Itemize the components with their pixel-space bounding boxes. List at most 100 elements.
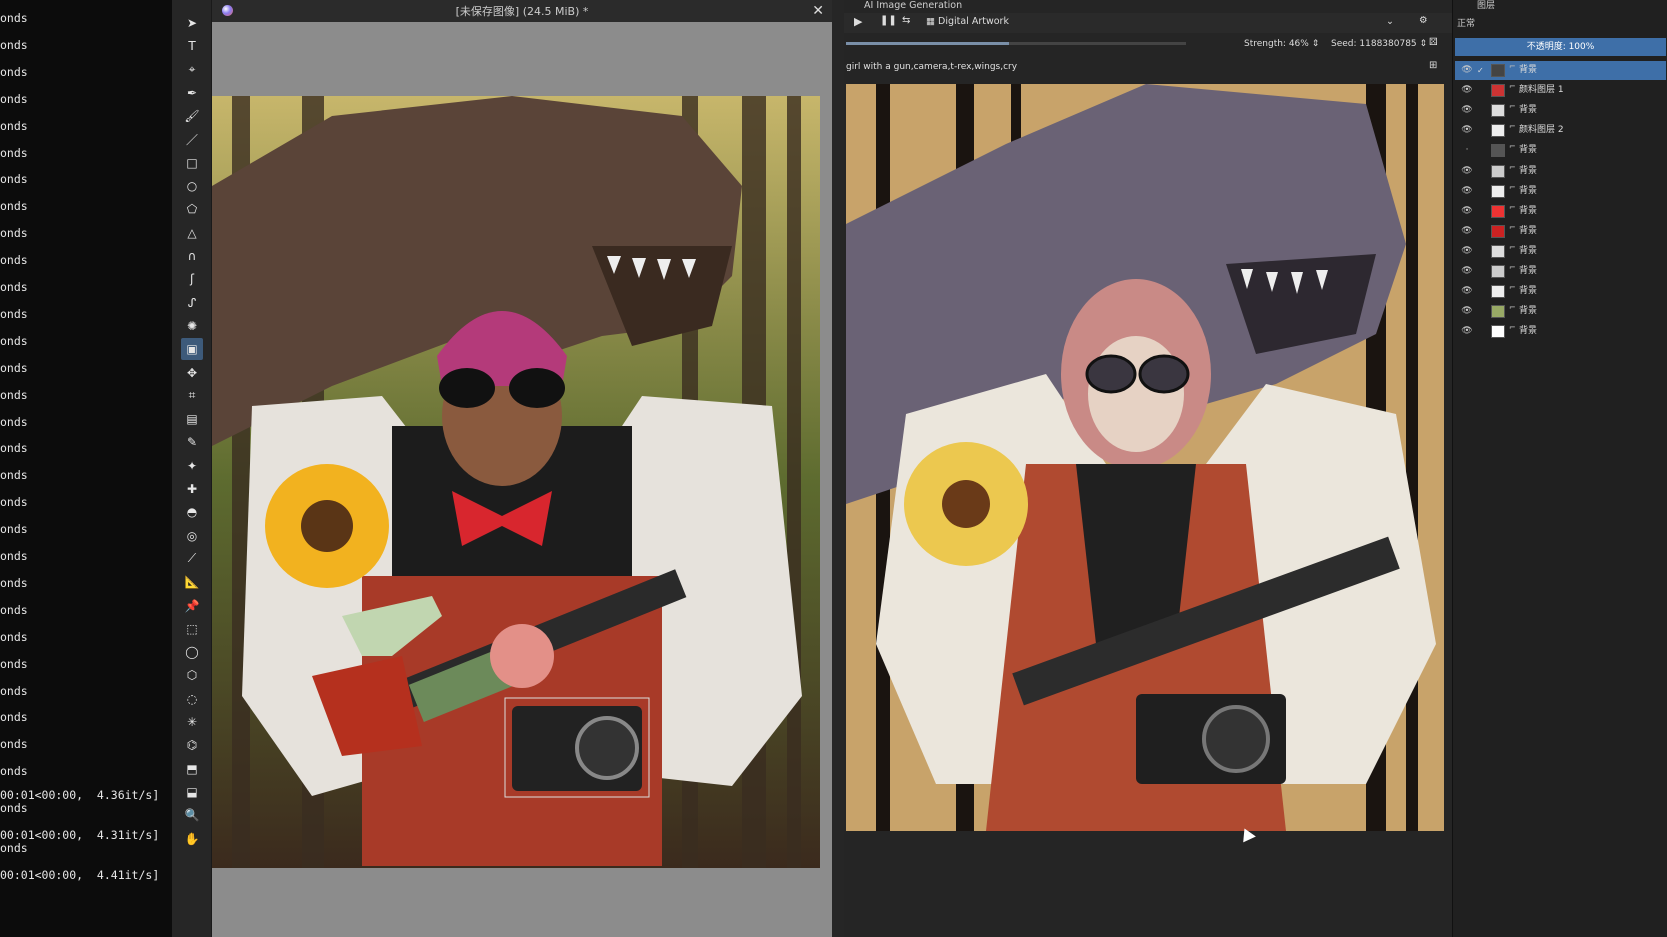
- colorize-mask-tool-icon[interactable]: ✦: [181, 455, 203, 477]
- inherit-alpha-icon[interactable]: ⌐: [1509, 117, 1516, 136]
- seed-randomize-icon[interactable]: ⚄: [1429, 37, 1438, 48]
- layer-row[interactable]: 👁 ⌐ 背景: [1455, 182, 1666, 201]
- zoom-tool-icon[interactable]: 🔍: [181, 804, 203, 826]
- bezier-selection-tool-icon[interactable]: ⬒: [181, 758, 203, 780]
- calligraphy-tool-icon[interactable]: ✒: [181, 82, 203, 104]
- polygonal-selection-tool-icon[interactable]: ⬡: [181, 664, 203, 686]
- rectangular-selection-tool-icon[interactable]: ⬚: [181, 618, 203, 640]
- gradient-tool-icon[interactable]: ▤: [181, 408, 203, 430]
- layer-row[interactable]: 👁 ⌐ 颜料图层 1: [1455, 81, 1666, 100]
- layer-row[interactable]: 👁 ✓ ⌐ 背景: [1455, 61, 1666, 80]
- visibility-eye-icon[interactable]: 👁: [1461, 322, 1473, 341]
- pause-icon[interactable]: ❚❚: [880, 15, 897, 26]
- visibility-eye-icon[interactable]: 👁: [1461, 202, 1473, 221]
- transform-tool-icon[interactable]: ▣: [181, 338, 203, 361]
- magnetic-selection-tool-icon[interactable]: ⬓: [181, 781, 203, 803]
- layer-row[interactable]: 👁 ⌐ 背景: [1455, 322, 1666, 341]
- visibility-eye-icon[interactable]: 👁: [1461, 302, 1473, 321]
- style-select[interactable]: ▦ Digital Artwork: [926, 16, 1009, 27]
- color-sampler-tool-icon[interactable]: ✎: [181, 431, 203, 453]
- visibility-eye-icon[interactable]: 👁: [1461, 182, 1473, 201]
- multibrush-tool-icon[interactable]: ✺: [181, 315, 203, 337]
- generate-icon[interactable]: ▶: [854, 15, 862, 28]
- crop-tool-icon[interactable]: ⌗: [181, 385, 203, 407]
- layer-thumbnail: [1491, 265, 1505, 278]
- select-shapes-tool-icon[interactable]: ➤: [181, 12, 203, 34]
- layer-row[interactable]: 👁 ⌐ 颜料图层 2: [1455, 121, 1666, 140]
- enclose-fill-tool-icon[interactable]: ◎: [181, 525, 203, 547]
- canvas-artwork[interactable]: [212, 96, 820, 868]
- seed-stepper-icon[interactable]: ⇕: [1420, 39, 1428, 49]
- fill-tool-icon[interactable]: ◓: [181, 501, 203, 523]
- layer-row[interactable]: 👁 ⌐ 背景: [1455, 262, 1666, 281]
- inherit-alpha-icon[interactable]: ⌐: [1509, 178, 1516, 197]
- rectangle-tool-icon[interactable]: □: [181, 152, 203, 174]
- bezier-curve-tool-glyph: ∩: [187, 249, 197, 263]
- inherit-alpha-icon[interactable]: ⌐: [1509, 278, 1516, 297]
- inherit-alpha-icon[interactable]: ⌐: [1509, 57, 1516, 76]
- dynamic-brush-tool-icon[interactable]: ᔑ: [181, 292, 203, 314]
- close-canvas-button[interactable]: ✕: [812, 3, 824, 19]
- elliptical-selection-tool-icon[interactable]: ◯: [181, 641, 203, 663]
- layer-row[interactable]: 👁 ⌐ 背景: [1455, 302, 1666, 321]
- colorize-mask-tool-glyph: ✦: [186, 458, 198, 473]
- inherit-alpha-icon[interactable]: ⌐: [1509, 298, 1516, 317]
- contiguous-selection-tool-icon[interactable]: ✳: [181, 711, 203, 733]
- visibility-eye-icon[interactable]: ·: [1461, 141, 1473, 160]
- smart-patch-tool-icon[interactable]: ✚: [181, 478, 203, 500]
- prompt-options-icon[interactable]: ⊞: [1429, 60, 1437, 71]
- inherit-alpha-icon[interactable]: ⌐: [1509, 77, 1516, 96]
- strength-spinbox[interactable]: Strength: 46% ⇕: [1244, 36, 1319, 52]
- visibility-eye-icon[interactable]: 👁: [1461, 162, 1473, 181]
- polyline-tool-icon[interactable]: △: [181, 222, 203, 244]
- inherit-alpha-icon[interactable]: ⌐: [1509, 238, 1516, 257]
- inherit-alpha-icon[interactable]: ⌐: [1509, 318, 1516, 337]
- freehand-path-tool-icon[interactable]: ʃ: [181, 268, 203, 290]
- layer-row[interactable]: 👁 ⌐ 背景: [1455, 101, 1666, 120]
- visibility-eye-icon[interactable]: 👁: [1461, 222, 1473, 241]
- layer-row[interactable]: 👁 ⌐ 背景: [1455, 202, 1666, 221]
- settings-gear-icon[interactable]: ⚙: [1419, 15, 1428, 26]
- measure-tool-icon[interactable]: 📐: [181, 571, 203, 593]
- opacity-slider[interactable]: 不透明度: 100%: [1455, 38, 1666, 56]
- layer-row[interactable]: 👁 ⌐ 背景: [1455, 242, 1666, 261]
- layer-row[interactable]: 👁 ⌐ 背景: [1455, 282, 1666, 301]
- inherit-alpha-icon[interactable]: ⌐: [1509, 218, 1516, 237]
- queue-icon[interactable]: ⇆: [902, 15, 910, 26]
- similar-color-selection-tool-icon[interactable]: ⌬: [181, 734, 203, 756]
- polygon-tool-icon[interactable]: ⬠: [181, 198, 203, 220]
- visibility-eye-icon[interactable]: 👁: [1461, 81, 1473, 100]
- visibility-eye-icon[interactable]: 👁: [1461, 101, 1473, 120]
- layer-row[interactable]: 👁 ⌐ 背景: [1455, 222, 1666, 241]
- panel-splitter[interactable]: [832, 0, 844, 937]
- freehand-selection-tool-icon[interactable]: ◌: [181, 688, 203, 710]
- move-tool-icon[interactable]: ✥: [181, 362, 203, 384]
- inherit-alpha-icon[interactable]: ⌐: [1509, 198, 1516, 217]
- visibility-eye-icon[interactable]: 👁: [1461, 282, 1473, 301]
- inherit-alpha-icon[interactable]: ⌐: [1509, 158, 1516, 177]
- generated-image-preview[interactable]: [846, 84, 1444, 831]
- visibility-eye-icon[interactable]: 👁: [1461, 262, 1473, 281]
- visibility-eye-icon[interactable]: 👁: [1461, 121, 1473, 140]
- reference-images-tool-icon[interactable]: 📌: [181, 595, 203, 617]
- inherit-alpha-icon[interactable]: ⌐: [1509, 97, 1516, 116]
- inherit-alpha-icon[interactable]: ⌐: [1509, 258, 1516, 277]
- edit-shapes-tool-icon[interactable]: ⌖: [181, 59, 203, 81]
- layer-row[interactable]: · ⌐ 背景: [1455, 141, 1666, 160]
- seed-spinbox[interactable]: Seed: 1188380785 ⇕: [1331, 36, 1427, 52]
- inherit-alpha-icon[interactable]: ⌐: [1509, 137, 1516, 156]
- text-tool-icon[interactable]: T: [181, 35, 203, 57]
- assistant-tool-icon[interactable]: ⟋: [181, 548, 203, 570]
- layer-row[interactable]: 👁 ⌐ 背景: [1455, 162, 1666, 181]
- line-tool-icon[interactable]: ／: [181, 129, 203, 151]
- pan-tool-icon[interactable]: ✋: [181, 828, 203, 850]
- visibility-eye-icon[interactable]: 👁: [1461, 61, 1473, 80]
- style-dropdown-chevron-icon[interactable]: ⌄: [1386, 16, 1394, 27]
- blend-mode-select[interactable]: 正常: [1457, 16, 1475, 29]
- strength-stepper-icon[interactable]: ⇕: [1312, 39, 1320, 49]
- prompt-input[interactable]: girl with a gun,camera,t-rex,wings,cry: [846, 60, 1446, 74]
- visibility-eye-icon[interactable]: 👁: [1461, 242, 1473, 261]
- ellipse-tool-icon[interactable]: ○: [181, 175, 203, 197]
- bezier-curve-tool-icon[interactable]: ∩: [181, 245, 203, 267]
- freehand-brush-tool-icon[interactable]: 🖌: [181, 105, 203, 127]
